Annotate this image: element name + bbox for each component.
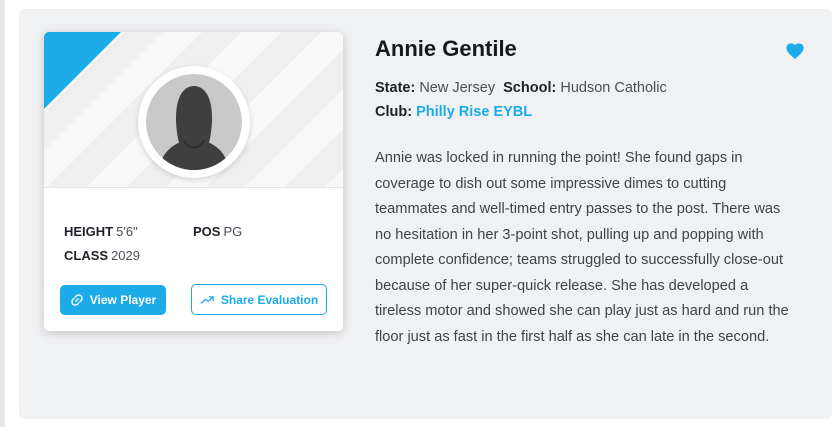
favorite-button[interactable] xyxy=(785,42,805,65)
corner-flag xyxy=(44,32,121,109)
club-label: Club: xyxy=(375,104,413,120)
class-value: 2029 xyxy=(111,248,140,263)
player-card: HEIGHT 5'6" POS PG CLASS 2029 View Player S… xyxy=(44,32,343,331)
height-stat: HEIGHT 5'6" xyxy=(64,224,138,239)
user-silhouette-icon xyxy=(146,74,242,170)
heart-icon xyxy=(786,43,804,60)
state-label: State: xyxy=(375,80,416,96)
school-value: Hudson Catholic xyxy=(560,80,667,96)
avatar xyxy=(138,66,250,178)
pos-value: PG xyxy=(223,224,243,239)
height-label: HEIGHT xyxy=(64,224,114,239)
position-stat: POS PG xyxy=(193,224,242,239)
evaluation-text: Annie was locked in running the point! S… xyxy=(375,150,789,345)
view-player-label: View Player xyxy=(89,293,157,307)
club-link[interactable]: Philly Rise EYBL xyxy=(416,104,532,120)
card-banner xyxy=(44,32,343,188)
class-stat: CLASS 2029 xyxy=(64,248,140,263)
location-line: State: New Jersey School: Hudson Catholi… xyxy=(375,80,667,96)
share-evaluation-label: Share Evaluation xyxy=(220,292,319,307)
link-icon xyxy=(71,294,83,306)
club-line: Club: Philly Rise EYBL xyxy=(375,104,532,120)
trend-arrow-icon xyxy=(200,295,214,304)
school-label: School: xyxy=(503,80,557,96)
left-rail xyxy=(0,0,5,427)
state-value: New Jersey xyxy=(419,80,496,96)
view-player-button[interactable]: View Player xyxy=(60,285,166,315)
pos-label: POS xyxy=(193,224,221,239)
player-name: Annie Gentile xyxy=(375,36,517,61)
share-evaluation-button[interactable]: Share Evaluation xyxy=(191,284,327,315)
height-value: 5'6" xyxy=(116,224,138,239)
class-label: CLASS xyxy=(64,248,109,263)
